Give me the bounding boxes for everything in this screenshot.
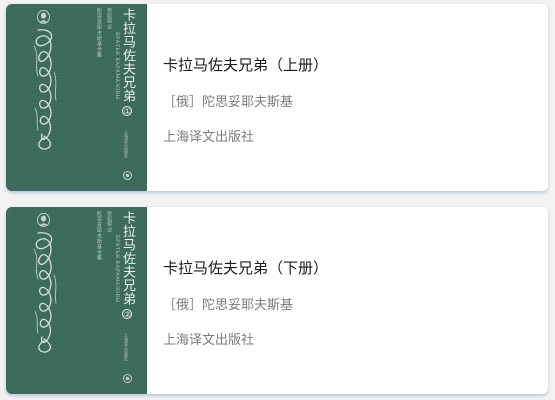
author-signature-icon (33, 29, 57, 150)
book-author: ［俄］陀思妥耶夫斯基 (163, 95, 294, 110)
book-title[interactable]: 卡拉马佐夫兄弟（上册） (163, 54, 328, 75)
book-publisher: 上海译文出版社 (163, 130, 255, 145)
cover-title-text: 卡拉马佐夫兄弟 (120, 211, 135, 306)
book-card[interactable]: 陀思妥耶夫斯基全集 荣如德 译 БРАТЬЯ КАРАМАЗОВЫ 卡拉马佐夫兄… (6, 207, 548, 394)
book-info: 卡拉马佐夫兄弟（下册） ［俄］陀思妥耶夫斯基 上海译文出版社 (147, 207, 548, 394)
book-cover-image[interactable]: 陀思妥耶夫斯基全集 荣如德 译 БРАТЬЯ КАРАМАЗОВЫ 卡拉马佐夫兄… (6, 4, 147, 191)
book-title[interactable]: 卡拉马佐夫兄弟（下册） (163, 257, 328, 278)
cover-title: 卡拉马佐夫兄弟 ② (120, 211, 135, 319)
book-cover-image[interactable]: 陀思妥耶夫斯基全集 荣如德 译 БРАТЬЯ КАРАМАЗОВЫ 卡拉马佐夫兄… (6, 207, 147, 394)
cover-volume-mark: ① (122, 105, 132, 116)
author-portrait-icon (37, 213, 50, 227)
cover-title: 卡拉马佐夫兄弟 ① (120, 8, 135, 116)
book-info: 卡拉马佐夫兄弟（上册） ［俄］陀思妥耶夫斯基 上海译文出版社 (147, 4, 548, 191)
book-list: 陀思妥耶夫斯基全集 荣如德 译 БРАТЬЯ КАРАМАЗОВЫ 卡拉马佐夫兄… (0, 0, 555, 400)
book-publisher: 上海译文出版社 (163, 333, 255, 348)
author-portrait-icon (37, 10, 50, 24)
cover-publisher-text: 上海译文出版社 (124, 130, 129, 158)
cover-series-text: 陀思妥耶夫斯基全集 (96, 8, 102, 58)
author-signature-icon (33, 232, 57, 353)
cover-translator-text: 荣如德 译 (106, 211, 112, 233)
cover-translator-text: 荣如德 译 (106, 8, 112, 30)
cover-volume-mark: ② (122, 308, 132, 319)
publisher-emblem-icon (123, 171, 132, 180)
book-card[interactable]: 陀思妥耶夫斯基全集 荣如德 译 БРАТЬЯ КАРАМАЗОВЫ 卡拉马佐夫兄… (6, 4, 548, 191)
publisher-emblem-icon (123, 374, 132, 383)
book-author: ［俄］陀思妥耶夫斯基 (163, 298, 294, 313)
cover-series-text: 陀思妥耶夫斯基全集 (96, 211, 102, 261)
cover-title-text: 卡拉马佐夫兄弟 (120, 8, 135, 103)
cover-publisher-text: 上海译文出版社 (124, 333, 129, 361)
